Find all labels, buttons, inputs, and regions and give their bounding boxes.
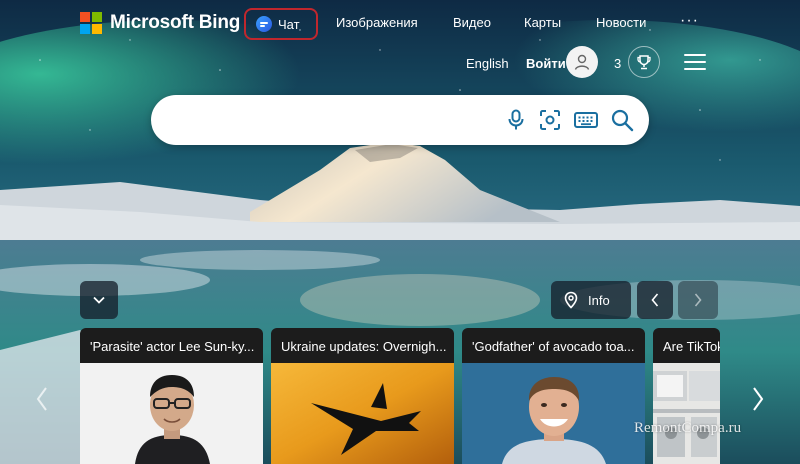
trophy-icon (637, 55, 651, 70)
signin-link[interactable]: Войти (526, 56, 566, 71)
brand-name: Microsoft Bing (110, 12, 241, 33)
logo-square-green (92, 12, 102, 22)
person-icon (574, 54, 590, 70)
search-input[interactable] (173, 105, 493, 135)
nav-news[interactable]: Новости (596, 15, 646, 30)
more-options-icon[interactable]: ··· (680, 12, 699, 30)
menu-line (684, 54, 706, 56)
visual-search-icon[interactable] (537, 107, 563, 133)
next-image-button[interactable] (678, 281, 718, 319)
news-card[interactable]: 'Parasite' actor Lee Sun-ky... (80, 328, 263, 464)
news-card-image (653, 363, 720, 464)
news-card-image (271, 363, 454, 464)
search-icon[interactable] (609, 107, 635, 133)
news-card[interactable]: Ukraine updates: Overnigh... (271, 328, 454, 464)
keyboard-icon[interactable] (573, 107, 599, 133)
microphone-icon[interactable] (503, 107, 529, 133)
user-avatar-icon[interactable] (566, 46, 598, 78)
nav-chat[interactable]: Чат (250, 12, 312, 36)
news-card-title: Are TikTok (663, 339, 720, 354)
chevron-left-icon (651, 293, 659, 307)
news-card-image (462, 363, 645, 464)
nav-images[interactable]: Изображения (336, 15, 418, 30)
rewards-trophy-icon[interactable] (628, 46, 660, 78)
search-box (151, 95, 649, 145)
location-pin-icon (564, 291, 578, 309)
chevron-left-icon (36, 387, 47, 411)
rewards-count: 3 (614, 56, 622, 71)
news-card-title: 'Godfather' of avocado toa... (472, 339, 635, 354)
nav-videos[interactable]: Видео (453, 15, 491, 30)
info-label: Info (588, 292, 610, 308)
bing-logo[interactable]: Microsoft Bing (80, 10, 240, 36)
microsoft-logo-icon (80, 12, 102, 34)
logo-square-red (80, 12, 90, 22)
chevron-right-icon (753, 387, 764, 411)
news-card[interactable]: 'Godfather' of avocado toa... (462, 328, 645, 464)
news-card[interactable]: Are TikTok (653, 328, 720, 464)
logo-square-blue (80, 24, 90, 34)
nav-chat-label: Чат (278, 16, 300, 32)
image-info-button[interactable]: Info (551, 281, 631, 319)
watermark-text: RemontCompa.ru (634, 420, 742, 436)
menu-line (684, 61, 706, 63)
menu-line (684, 68, 706, 70)
news-card-image (80, 363, 263, 464)
collapse-feed-button[interactable] (80, 281, 118, 319)
hamburger-menu-icon[interactable] (684, 54, 706, 70)
news-card-title: Ukraine updates: Overnigh... (281, 339, 447, 354)
chevron-right-icon (694, 293, 702, 307)
feed-scroll-right-button[interactable] (746, 382, 770, 416)
news-card-title: 'Parasite' actor Lee Sun-ky... (90, 339, 255, 354)
chevron-down-icon (93, 296, 105, 304)
nav-maps[interactable]: Карты (524, 15, 561, 30)
feed-scroll-left-button[interactable] (30, 382, 54, 416)
language-link[interactable]: English (466, 56, 509, 71)
prev-image-button[interactable] (637, 281, 673, 319)
logo-square-yellow (92, 24, 102, 34)
chat-bubble-icon (256, 16, 272, 32)
